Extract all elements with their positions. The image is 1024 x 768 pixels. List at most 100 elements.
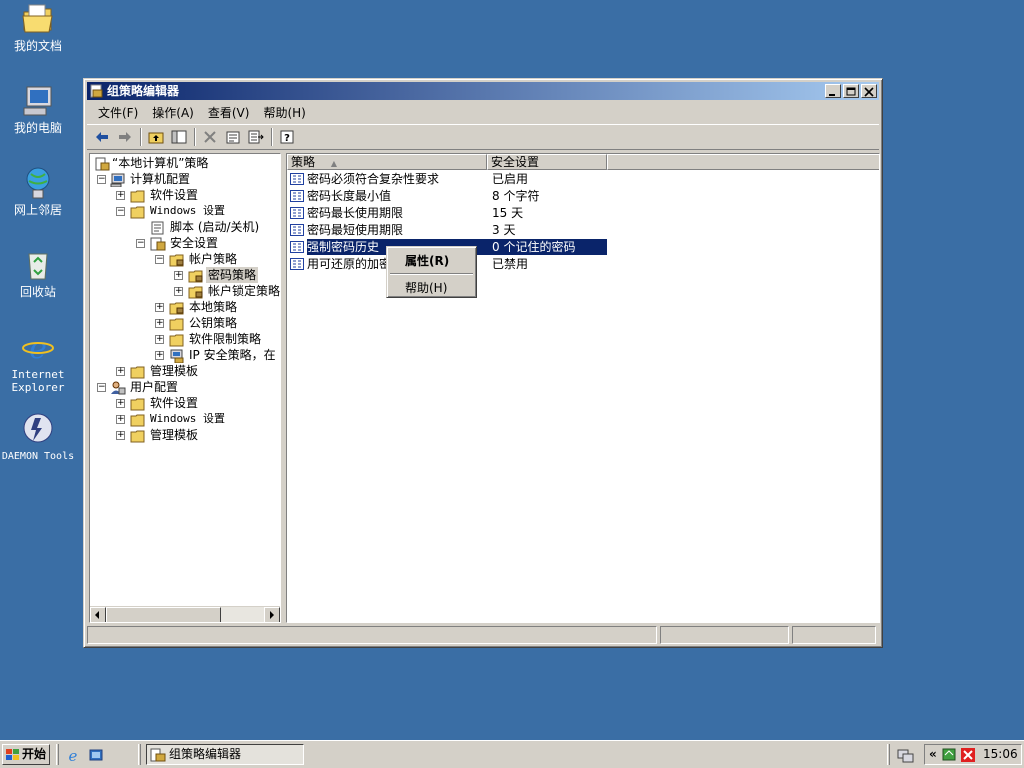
status-panel-main <box>87 626 658 644</box>
recycle-bin-icon <box>21 248 55 282</box>
export-list-button[interactable] <box>245 126 267 148</box>
script-icon <box>150 221 166 235</box>
expand-toggle[interactable]: + <box>174 287 183 296</box>
expand-toggle[interactable]: + <box>155 335 164 344</box>
expand-toggle[interactable]: + <box>116 367 125 376</box>
back-button[interactable] <box>91 126 113 148</box>
expand-toggle[interactable]: + <box>116 431 125 440</box>
menu-file[interactable]: 文件(F) <box>91 104 145 121</box>
desktop-icon-label: 我的电脑 <box>13 121 62 135</box>
tray-network-icon-button[interactable] <box>897 747 915 766</box>
group-policy-window: 组策略编辑器 文件(F) 操作(A) 查看(V) 帮助(H) ? “本地计算机”… <box>83 78 883 648</box>
taskbar-button-group-policy[interactable]: 组策略编辑器 <box>146 744 304 765</box>
tray-expand-button[interactable]: « <box>929 745 937 764</box>
folder-icon <box>130 429 146 443</box>
expand-toggle[interactable]: + <box>116 415 125 424</box>
up-one-level-button[interactable] <box>145 126 167 148</box>
menu-bar: 文件(F) 操作(A) 查看(V) 帮助(H) <box>87 102 879 122</box>
ip-security-icon <box>169 349 185 364</box>
minimize-icon <box>829 94 835 96</box>
console-tree[interactable]: “本地计算机”策略 − 计算机配置 + 软件设置 − Windows 设置 脚本… <box>89 153 281 623</box>
policy-list[interactable]: 策略 ▲ 安全设置 密码必须符合复杂性要求 已启用 密码长度最小值 8 个字符 … <box>286 153 880 623</box>
minimize-button[interactable] <box>825 84 841 98</box>
column-header-setting[interactable]: 安全设置 <box>487 154 607 170</box>
menu-action[interactable]: 操作(A) <box>145 104 201 121</box>
collapse-toggle[interactable]: − <box>155 255 164 264</box>
daemon-tools-icon <box>21 412 55 446</box>
toolbar-separator <box>271 128 273 146</box>
computer-icon <box>110 173 126 188</box>
help-button[interactable]: ? <box>276 126 298 148</box>
expand-toggle[interactable]: + <box>116 191 125 200</box>
properties-button[interactable] <box>222 126 244 148</box>
expand-toggle[interactable]: + <box>155 303 164 312</box>
user-config-icon <box>110 381 126 395</box>
tray-clock[interactable]: 15:06 <box>983 745 1018 764</box>
title-bar[interactable]: 组策略编辑器 <box>87 82 879 100</box>
folder-icon <box>130 413 146 427</box>
menu-view[interactable]: 查看(V) <box>201 104 257 121</box>
context-menu-properties[interactable]: 属性(R) <box>405 252 449 269</box>
desktop-icon-my-computer[interactable]: 我的电脑 <box>0 84 76 135</box>
folder-lock-icon <box>169 253 185 267</box>
collapse-toggle[interactable]: − <box>116 207 125 216</box>
show-hide-tree-button[interactable] <box>168 126 190 148</box>
desktop-icon-internet-explorer[interactable]: e Internet Explorer <box>0 330 76 394</box>
tray-shield-icon[interactable] <box>960 747 976 763</box>
forward-button[interactable] <box>114 126 136 148</box>
context-menu: 属性(R) 帮助(H) <box>386 246 477 298</box>
menu-help[interactable]: 帮助(H) <box>256 104 312 121</box>
policy-document-icon <box>94 157 110 171</box>
collapse-toggle[interactable]: − <box>97 175 106 184</box>
policy-setting-icon <box>290 224 304 236</box>
delete-button[interactable] <box>199 126 221 148</box>
toolbar: ? <box>87 124 879 150</box>
collapse-toggle[interactable]: − <box>97 383 106 392</box>
context-menu-help[interactable]: 帮助(H) <box>405 279 447 296</box>
menu-separator <box>390 273 473 275</box>
policy-setting-icon <box>290 241 304 253</box>
close-button[interactable] <box>861 84 877 98</box>
expand-toggle[interactable]: + <box>155 319 164 328</box>
scroll-right-button[interactable] <box>264 607 280 622</box>
close-icon <box>864 87 874 97</box>
folder-icon <box>130 397 146 411</box>
forward-arrow-icon <box>119 132 131 142</box>
window-title: 组策略编辑器 <box>107 84 180 98</box>
policy-app-icon <box>150 748 166 762</box>
toolbar-separator <box>140 128 142 146</box>
status-panel-2 <box>660 626 790 644</box>
windows-logo-icon <box>6 749 19 760</box>
desktop-icon-recycle-bin[interactable]: 回收站 <box>0 248 76 299</box>
desktop-icon-daemon-tools[interactable]: DAEMON Tools <box>0 412 76 463</box>
scroll-left-button[interactable] <box>90 607 106 622</box>
horizontal-scrollbar[interactable] <box>90 606 280 622</box>
maximize-icon <box>846 87 856 96</box>
expand-toggle[interactable]: + <box>174 271 183 280</box>
desktop-icon-label: 我的文档 <box>13 39 62 53</box>
desktop-icon-network-places[interactable]: 网上邻居 <box>0 166 76 217</box>
folder-up-icon <box>148 132 164 144</box>
svg-text:e: e <box>29 331 47 364</box>
network-places-icon <box>21 166 55 200</box>
desktop-icon-my-documents[interactable]: 我的文档 <box>0 2 76 53</box>
expand-toggle[interactable]: + <box>116 399 125 408</box>
svg-text:e: e <box>69 747 78 763</box>
start-label: 开始 <box>22 747 47 761</box>
folder-icon <box>130 365 146 379</box>
column-header-policy[interactable]: 策略 ▲ <box>287 154 487 170</box>
quicklaunch-show-desktop[interactable] <box>88 747 104 766</box>
taskbar-grip[interactable] <box>56 744 59 765</box>
maximize-button[interactable] <box>843 84 859 98</box>
start-button[interactable]: 开始 <box>2 744 50 765</box>
taskbar-grip[interactable] <box>138 744 141 765</box>
quicklaunch-ie[interactable]: e <box>65 747 81 766</box>
expand-toggle[interactable]: + <box>155 351 164 360</box>
my-documents-icon <box>21 2 55 36</box>
scroll-thumb[interactable] <box>106 607 221 622</box>
taskbar-grip[interactable] <box>887 744 890 765</box>
help-icon: ? <box>280 130 294 144</box>
collapse-toggle[interactable]: − <box>136 239 145 248</box>
policy-setting-icon <box>290 207 304 219</box>
tray-app-icon[interactable] <box>941 747 957 763</box>
